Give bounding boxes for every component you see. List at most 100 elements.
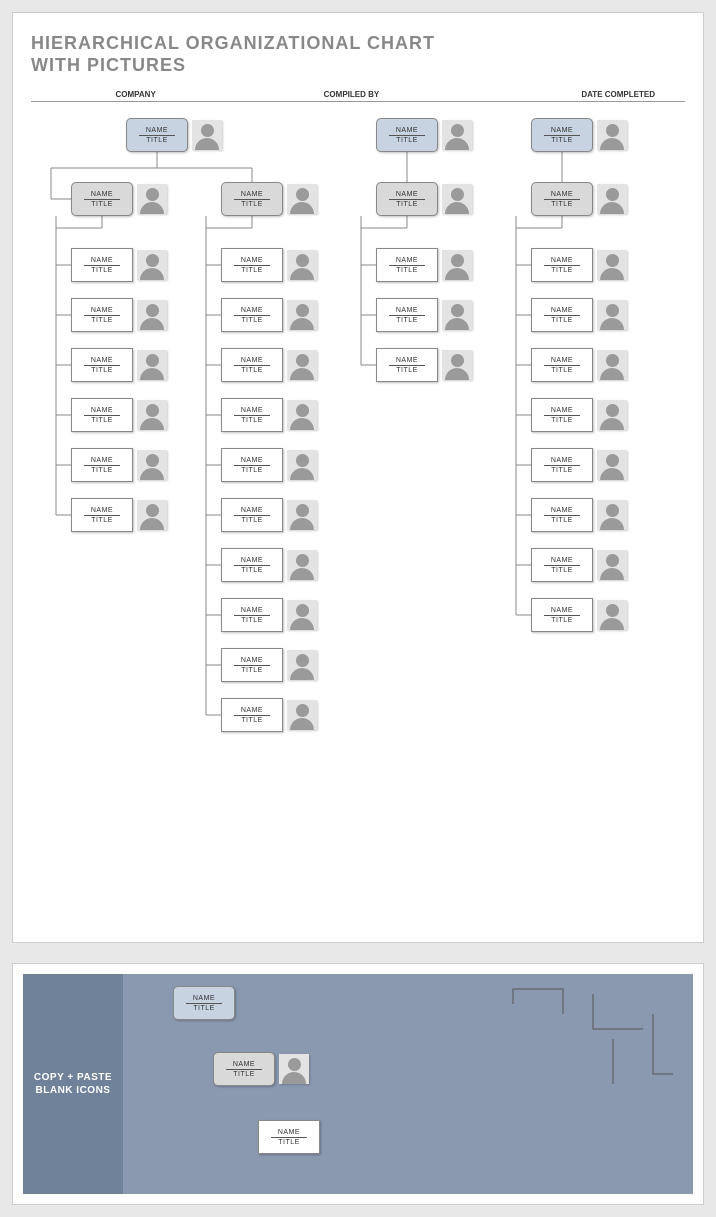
node-box: NAMETITLE <box>71 398 133 432</box>
node-box: NAMETITLE <box>531 598 593 632</box>
org-node[interactable]: NAMETITLE <box>221 498 317 532</box>
avatar-placeholder-icon <box>279 1054 309 1084</box>
org-node[interactable]: NAMETITLE <box>376 182 472 216</box>
node-name-label: NAME <box>551 257 573 264</box>
palette-panel: COPY + PASTE BLANK ICONS NAMETITLENAMETI… <box>12 963 704 1205</box>
org-node[interactable]: NAMETITLE <box>71 498 167 532</box>
org-chart-page: HIERARCHICAL ORGANIZATIONAL CHART WITH P… <box>12 12 704 943</box>
node-box: NAME TITLE <box>221 298 283 332</box>
node-name-label: NAME <box>91 357 113 364</box>
node-title-label: TITLE <box>241 467 263 474</box>
org-node[interactable]: NAMETITLE <box>531 298 627 332</box>
node-name-label: NAME <box>241 707 263 714</box>
org-node[interactable]: NAMETITLE <box>71 298 167 332</box>
node-name-label: NAME <box>396 127 418 134</box>
org-node[interactable]: NAMETITLE <box>376 298 472 332</box>
org-node[interactable]: NAMETITLE <box>221 698 317 732</box>
node-divider <box>544 315 580 316</box>
node-divider <box>234 465 270 466</box>
node-title-label: TITLE <box>241 667 263 674</box>
node-name-label: NAME <box>241 607 263 614</box>
org-node[interactable]: NAMETITLE <box>531 548 627 582</box>
org-node[interactable]: NAME TITLE <box>531 248 627 282</box>
node-box: NAMETITLE <box>213 1052 275 1086</box>
connector-fragment-icon <box>503 984 683 1104</box>
org-node[interactable]: NAMETITLE <box>531 118 627 152</box>
node-name-label: NAME <box>91 257 113 264</box>
node-name-label: NAME <box>241 357 263 364</box>
org-node[interactable]: NAMETITLE <box>71 182 167 216</box>
node-divider <box>234 199 270 200</box>
node-box: NAMETITLE <box>221 398 283 432</box>
org-node[interactable]: NAMETITLE <box>531 182 627 216</box>
org-node[interactable]: NAMETITLE <box>126 118 222 152</box>
org-node[interactable]: NAMETITLE <box>531 498 627 532</box>
node-name-label: NAME <box>241 307 263 314</box>
org-node[interactable]: NAMETITLE <box>71 348 167 382</box>
avatar-placeholder-icon <box>597 600 627 630</box>
avatar-placeholder-icon <box>137 250 167 280</box>
org-node[interactable]: NAMETITLE <box>531 598 627 632</box>
org-node[interactable]: NAMETITLE <box>258 1120 320 1154</box>
org-node[interactable]: NAMETITLE <box>71 448 167 482</box>
node-divider <box>84 515 120 516</box>
palette-inner: COPY + PASTE BLANK ICONS NAMETITLENAMETI… <box>23 974 693 1194</box>
org-node[interactable]: NAME TITLE <box>531 348 627 382</box>
org-node[interactable]: NAMETITLE <box>221 448 317 482</box>
org-node[interactable]: NAME TITLE <box>221 348 317 382</box>
node-name-label: NAME <box>193 995 215 1002</box>
node-divider <box>544 135 580 136</box>
node-box: NAMETITLE <box>531 118 593 152</box>
node-title-label: TITLE <box>241 317 263 324</box>
node-divider <box>544 465 580 466</box>
org-node[interactable]: NAMETITLE <box>221 398 317 432</box>
org-node[interactable]: NAMETITLE <box>531 398 627 432</box>
node-box: NAMETITLE <box>531 398 593 432</box>
node-box: NAMETITLE <box>221 248 283 282</box>
node-box: NAMETITLE <box>221 698 283 732</box>
node-title-label: TITLE <box>91 417 113 424</box>
node-name-label: NAME <box>551 457 573 464</box>
avatar-placeholder-icon <box>597 350 627 380</box>
node-divider <box>389 199 425 200</box>
node-divider <box>544 265 580 266</box>
avatar-placeholder-icon <box>597 400 627 430</box>
avatar-placeholder-icon <box>442 184 472 214</box>
node-divider <box>271 1137 307 1138</box>
org-node[interactable]: NAMETITLE <box>376 348 472 382</box>
org-node[interactable]: NAMETITLE <box>376 248 472 282</box>
node-title-label: TITLE <box>396 267 418 274</box>
org-node[interactable]: NAMETITLE <box>376 118 472 152</box>
node-title-label: TITLE <box>551 417 573 424</box>
node-box: NAMETITLE <box>376 298 438 332</box>
node-title-label: TITLE <box>551 317 573 324</box>
node-divider <box>186 1003 222 1004</box>
node-name-label: NAME <box>146 127 168 134</box>
org-node[interactable]: NAMETITLE <box>71 248 167 282</box>
avatar-placeholder-icon <box>137 300 167 330</box>
avatar-placeholder-icon <box>597 184 627 214</box>
org-node[interactable]: NAME TITLE <box>221 298 317 332</box>
org-node[interactable]: NAMETITLE <box>213 1052 309 1086</box>
node-title-label: TITLE <box>551 137 573 144</box>
node-divider <box>544 199 580 200</box>
org-node[interactable]: NAMETITLE <box>221 548 317 582</box>
org-node[interactable]: NAMETITLE <box>221 248 317 282</box>
org-node[interactable]: NAMETITLE <box>221 598 317 632</box>
header-date-completed: DATE COMPLETED <box>463 90 685 99</box>
avatar-placeholder-icon <box>192 120 222 150</box>
org-node[interactable]: NAME TITLE <box>221 648 317 682</box>
avatar-placeholder-icon <box>137 500 167 530</box>
node-title-label: TITLE <box>241 517 263 524</box>
org-node[interactable]: NAMETITLE <box>71 398 167 432</box>
org-node[interactable]: NAMETITLE <box>173 986 235 1020</box>
node-title-label: TITLE <box>551 367 573 374</box>
avatar-placeholder-icon <box>287 450 317 480</box>
node-name-label: NAME <box>241 657 263 664</box>
node-divider <box>544 415 580 416</box>
org-node[interactable]: NAMETITLE <box>531 448 627 482</box>
node-title-label: TITLE <box>241 367 263 374</box>
org-node[interactable]: NAMETITLE <box>221 182 317 216</box>
node-title-label: TITLE <box>551 267 573 274</box>
node-name-label: NAME <box>551 357 573 364</box>
